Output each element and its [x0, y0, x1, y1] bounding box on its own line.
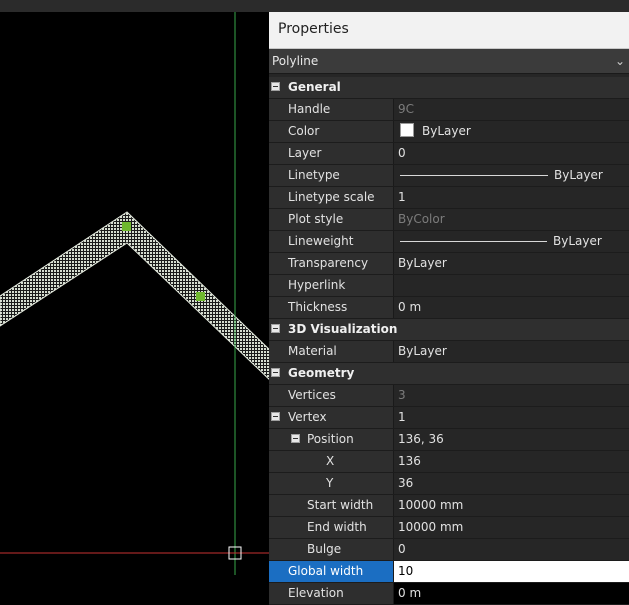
row-lineweight[interactable]: Lineweight ByLayer [269, 231, 629, 253]
properties-panel: Properties Polyline ⌄ General Handle 9C C… [269, 12, 629, 605]
panel-title: Properties [269, 12, 629, 49]
vertex-value: 1 [393, 407, 629, 428]
color-swatch [400, 123, 414, 137]
polyline-grip-midpoint[interactable] [196, 292, 205, 301]
object-type-selector[interactable]: Polyline ⌄ [269, 49, 629, 74]
row-material[interactable]: Material ByLayer [269, 341, 629, 363]
color-value: ByLayer [422, 124, 471, 138]
elevation-value: 0 m [393, 583, 629, 604]
collapse-icon[interactable] [291, 434, 300, 443]
bulge-value: 0 [393, 539, 629, 560]
row-linetype-scale[interactable]: Linetype scale 1 [269, 187, 629, 209]
y-value: 36 [393, 473, 629, 494]
collapse-icon[interactable] [271, 82, 280, 91]
collapse-icon[interactable] [271, 324, 280, 333]
section-geometry[interactable]: Geometry [269, 363, 629, 385]
section-3d-visualization[interactable]: 3D Visualization [269, 319, 629, 341]
row-x[interactable]: X 136 [269, 451, 629, 473]
row-vertex[interactable]: Vertex 1 [269, 407, 629, 429]
collapse-icon[interactable] [271, 368, 280, 377]
polyline-shape[interactable] [0, 211, 276, 387]
top-toolbar-strip [0, 0, 629, 12]
row-bulge[interactable]: Bulge 0 [269, 539, 629, 561]
row-transparency[interactable]: Transparency ByLayer [269, 253, 629, 275]
material-value: ByLayer [393, 341, 629, 362]
thickness-value: 0 m [393, 297, 629, 318]
selected-object-type: Polyline [272, 54, 319, 68]
x-value: 136 [393, 451, 629, 472]
row-handle[interactable]: Handle 9C [269, 99, 629, 121]
section-general[interactable]: General [269, 77, 629, 99]
row-linetype[interactable]: Linetype ByLayer [269, 165, 629, 187]
row-start-width[interactable]: Start width 10000 mm [269, 495, 629, 517]
hyperlink-value [393, 275, 629, 296]
lineweight-preview [400, 241, 547, 242]
transparency-value: ByLayer [393, 253, 629, 274]
chevron-down-icon[interactable]: ⌄ [613, 49, 627, 73]
row-layer[interactable]: Layer 0 [269, 143, 629, 165]
end-width-value: 10000 mm [393, 517, 629, 538]
layer-value: 0 [393, 143, 629, 164]
handle-value: 9C [393, 99, 629, 120]
row-elevation[interactable]: Elevation 0 m [269, 583, 629, 605]
position-value: 136, 36 [393, 429, 629, 450]
plot-style-value: ByColor [393, 209, 629, 230]
row-hyperlink[interactable]: Hyperlink [269, 275, 629, 297]
property-list: General Handle 9C Color ByLayer Layer 0 Lin… [269, 77, 629, 605]
row-position[interactable]: Position 136, 36 [269, 429, 629, 451]
polyline-grip-vertex[interactable] [122, 222, 131, 231]
global-width-input[interactable]: 10 [393, 561, 629, 582]
vertices-value: 3 [393, 385, 629, 406]
lineweight-value: ByLayer [553, 234, 602, 248]
row-y[interactable]: Y 36 [269, 473, 629, 495]
collapse-icon[interactable] [271, 412, 280, 421]
row-end-width[interactable]: End width 10000 mm [269, 517, 629, 539]
row-plot-style[interactable]: Plot style ByColor [269, 209, 629, 231]
start-width-value: 10000 mm [393, 495, 629, 516]
linetype-preview [400, 175, 548, 176]
row-vertices[interactable]: Vertices 3 [269, 385, 629, 407]
row-global-width[interactable]: Global width 10 [269, 561, 629, 583]
linetype-scale-value: 1 [393, 187, 629, 208]
row-color[interactable]: Color ByLayer [269, 121, 629, 143]
linetype-value: ByLayer [554, 168, 603, 182]
row-thickness[interactable]: Thickness 0 m [269, 297, 629, 319]
